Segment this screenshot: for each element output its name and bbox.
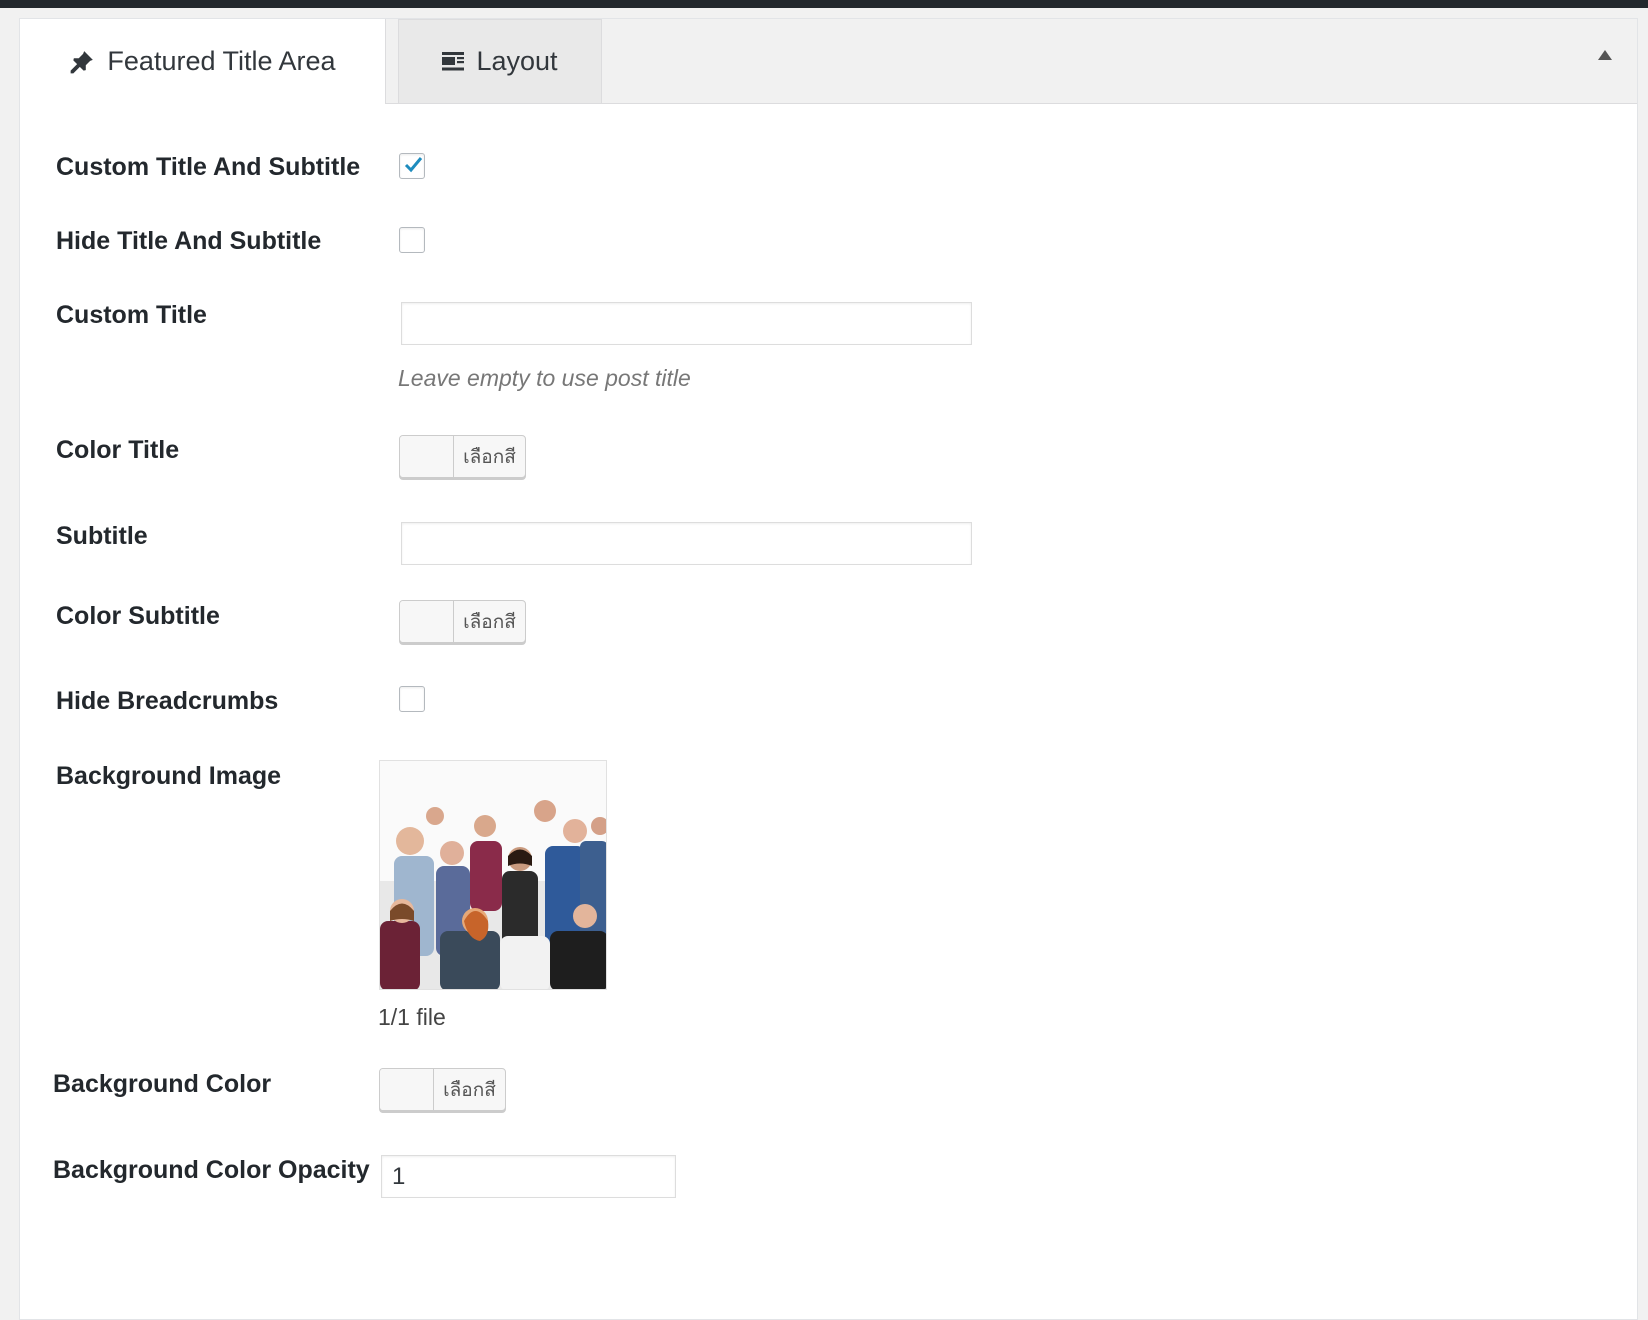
tab-layout-label: Layout <box>476 46 558 76</box>
background-image-file-count: 1/1 file <box>378 1004 446 1030</box>
custom-title-hint: Leave empty to use post title <box>398 365 691 391</box>
color-title-picker-button[interactable]: เลือกสี <box>399 435 526 478</box>
tab-bar: Featured Title Area Layout <box>20 19 1637 104</box>
triangle-up-icon[interactable] <box>1595 45 1615 65</box>
custom-title-and-subtitle-label: Custom Title And Subtitle <box>56 153 361 181</box>
color-subtitle-picker-label: เลือกสี <box>463 611 516 633</box>
group-photo-image <box>380 761 606 989</box>
layout-icon <box>442 51 465 72</box>
color-title-picker-label: เลือกสี <box>463 446 516 468</box>
featured-title-metabox: Featured Title Area Layout Custom Title … <box>19 18 1638 1320</box>
custom-title-and-subtitle-checkbox[interactable] <box>399 153 425 179</box>
tab-featured-title-area-label: Featured Title Area <box>107 46 336 76</box>
hide-breadcrumbs-checkbox[interactable] <box>399 686 425 712</box>
background-color-opacity-input[interactable] <box>381 1155 676 1198</box>
tab-layout[interactable]: Layout <box>398 19 602 103</box>
pin-icon <box>69 49 95 75</box>
custom-title-label: Custom Title <box>56 301 207 329</box>
background-image-thumbnail[interactable] <box>379 760 607 990</box>
admin-top-bar <box>0 0 1648 8</box>
hide-breadcrumbs-label: Hide Breadcrumbs <box>56 687 279 715</box>
background-color-picker-button[interactable]: เลือกสี <box>379 1068 506 1111</box>
hide-title-and-subtitle-checkbox[interactable] <box>399 227 425 253</box>
subtitle-label: Subtitle <box>56 522 148 550</box>
tab-featured-title-area[interactable]: Featured Title Area <box>20 19 386 104</box>
checkmark-icon <box>404 157 423 173</box>
hide-title-and-subtitle-label: Hide Title And Subtitle <box>56 227 322 255</box>
color-subtitle-picker-button[interactable]: เลือกสี <box>399 600 526 643</box>
color-title-swatch <box>400 436 454 477</box>
background-color-picker-label: เลือกสี <box>443 1079 496 1101</box>
background-image-label: Background Image <box>56 762 282 790</box>
custom-title-input[interactable] <box>401 302 972 345</box>
color-title-label: Color Title <box>56 436 180 464</box>
color-subtitle-label: Color Subtitle <box>56 602 220 630</box>
background-color-label: Background Color <box>53 1070 272 1098</box>
subtitle-input[interactable] <box>401 522 972 565</box>
background-color-swatch <box>380 1069 434 1110</box>
background-color-opacity-label: Background Color Opacity <box>53 1156 370 1184</box>
color-subtitle-swatch <box>400 601 454 642</box>
